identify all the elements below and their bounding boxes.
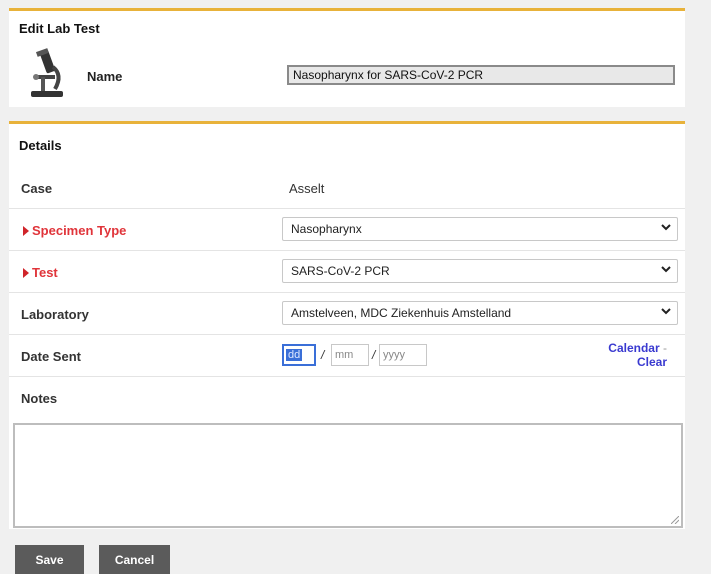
name-label: Name (87, 69, 123, 84)
specimen-type-label: Specimen Type (23, 223, 126, 238)
chevron-down-icon (661, 224, 671, 231)
date-sent-label: Date Sent (21, 349, 81, 364)
required-marker-icon (23, 268, 29, 278)
case-label: Case (21, 181, 53, 196)
required-marker-icon (23, 226, 29, 236)
laboratory-value: Amstelveen, MDC Ziekenhuis Amstelland (291, 306, 512, 320)
calendar-link[interactable]: Calendar (608, 341, 659, 355)
test-row: Test SARS-CoV-2 PCR (9, 251, 685, 293)
link-separator: - (663, 341, 667, 355)
test-label-text: Test (32, 265, 58, 280)
specimen-type-row: Specimen Type Nasopharynx (9, 209, 685, 251)
date-day-placeholder: dd (286, 349, 303, 361)
date-separator: / (372, 348, 376, 362)
case-value: Asselt (289, 181, 325, 196)
notes-row: Notes (9, 377, 685, 419)
chevron-down-icon (661, 266, 671, 273)
date-year-input[interactable]: yyyy (379, 344, 427, 366)
page-title: Edit Lab Test (19, 21, 100, 36)
test-value: SARS-CoV-2 PCR (291, 264, 390, 278)
cancel-button[interactable]: Cancel (99, 545, 170, 574)
details-panel: Details Case Asselt Specimen Type Nasoph… (9, 121, 685, 529)
edit-lab-test-panel: Edit Lab Test Name Nasopharynx for SARS-… (9, 8, 685, 107)
clear-link[interactable]: Clear (637, 355, 667, 369)
test-label: Test (23, 265, 58, 280)
name-field[interactable]: Nasopharynx for SARS-CoV-2 PCR (287, 65, 675, 85)
laboratory-select[interactable]: Amstelveen, MDC Ziekenhuis Amstelland (282, 301, 678, 325)
laboratory-row: Laboratory Amstelveen, MDC Ziekenhuis Am… (9, 293, 685, 335)
date-month-input[interactable]: mm (331, 344, 369, 366)
calendar-links: Calendar - Clear (608, 341, 667, 369)
date-day-input[interactable]: dd (282, 344, 316, 366)
case-row: Case Asselt (9, 167, 685, 209)
date-separator: / (321, 348, 325, 362)
laboratory-label: Laboratory (21, 307, 89, 322)
notes-textarea[interactable] (13, 423, 683, 528)
specimen-type-label-text: Specimen Type (32, 223, 127, 238)
microscope-icon (31, 48, 63, 97)
save-button[interactable]: Save (15, 545, 84, 574)
specimen-type-select[interactable]: Nasopharynx (282, 217, 678, 241)
section-title: Details (19, 138, 62, 153)
specimen-type-value: Nasopharynx (291, 222, 362, 236)
test-select[interactable]: SARS-CoV-2 PCR (282, 259, 678, 283)
resize-grip-icon[interactable] (671, 516, 679, 524)
notes-label: Notes (21, 391, 58, 406)
date-sent-row: Date Sent dd / mm / yyyy Calendar - Clea… (9, 335, 685, 377)
chevron-down-icon (661, 308, 671, 315)
